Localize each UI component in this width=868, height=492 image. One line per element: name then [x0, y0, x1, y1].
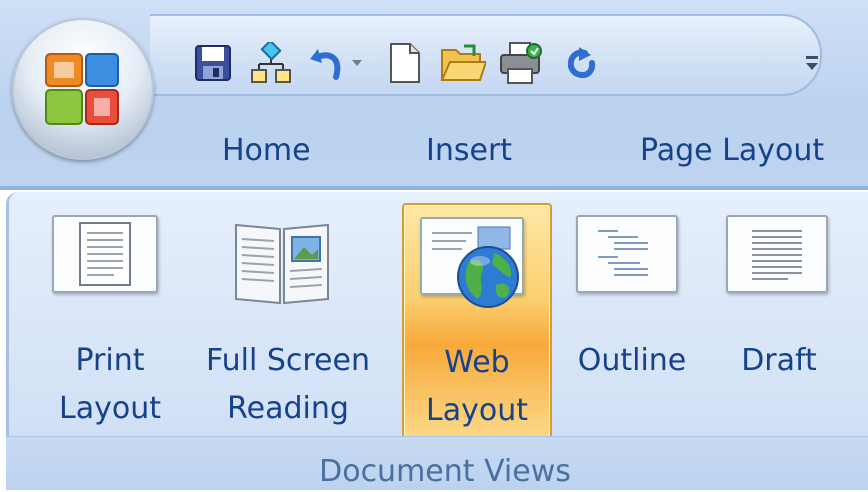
customize-dropdown-icon: [806, 56, 818, 70]
new-document-button[interactable]: [380, 38, 430, 88]
title-area: Home Insert Page Layout: [0, 0, 868, 188]
print-layout-label: Print Layout: [59, 343, 161, 426]
save-button[interactable]: [188, 38, 238, 88]
print-preview-icon: [500, 42, 542, 84]
web-layout-button[interactable]: Web Layout: [402, 203, 552, 439]
outline-icon: [576, 215, 678, 293]
office-logo-icon: [45, 53, 119, 125]
redo-icon: [568, 47, 596, 79]
outline-label: Outline: [577, 343, 687, 378]
web-layout-label: Web Layout: [426, 345, 528, 428]
undo-dropdown-icon: [352, 60, 362, 66]
print-preview-button[interactable]: [496, 38, 546, 88]
undo-dropdown-button[interactable]: [346, 38, 368, 88]
undo-icon: [310, 49, 341, 80]
draft-button[interactable]: Draft: [716, 203, 842, 435]
web-layout-icon: [420, 217, 524, 308]
save-icon: [195, 45, 231, 81]
open-folder-icon: [440, 44, 486, 81]
office-button[interactable]: [12, 18, 154, 160]
print-layout-icon: [52, 215, 158, 293]
undo-button[interactable]: [304, 38, 348, 88]
document-views-group-label: Document Views: [319, 454, 571, 489]
tab-divider: [0, 186, 868, 190]
full-screen-reading-button[interactable]: Full Screen Reading: [182, 203, 394, 435]
tab-insert[interactable]: Insert: [426, 128, 512, 174]
customize-quick-access-button[interactable]: [800, 38, 824, 88]
draft-label: Draft: [741, 343, 817, 378]
redo-button[interactable]: [554, 38, 604, 88]
quick-access-toolbar: [150, 14, 822, 96]
full-screen-reading-icon: [232, 215, 332, 305]
print-layout-button[interactable]: Print Layout: [40, 203, 180, 435]
organization-chart-icon: [251, 42, 291, 83]
tab-home[interactable]: Home: [222, 128, 311, 174]
tab-page-layout[interactable]: Page Layout: [640, 128, 824, 174]
new-document-icon: [390, 43, 420, 83]
open-button[interactable]: [438, 38, 488, 88]
full-screen-reading-label: Full Screen Reading: [206, 343, 370, 426]
outline-button[interactable]: Outline: [558, 203, 706, 435]
draft-icon: [726, 215, 828, 293]
organization-chart-button[interactable]: [246, 38, 296, 88]
